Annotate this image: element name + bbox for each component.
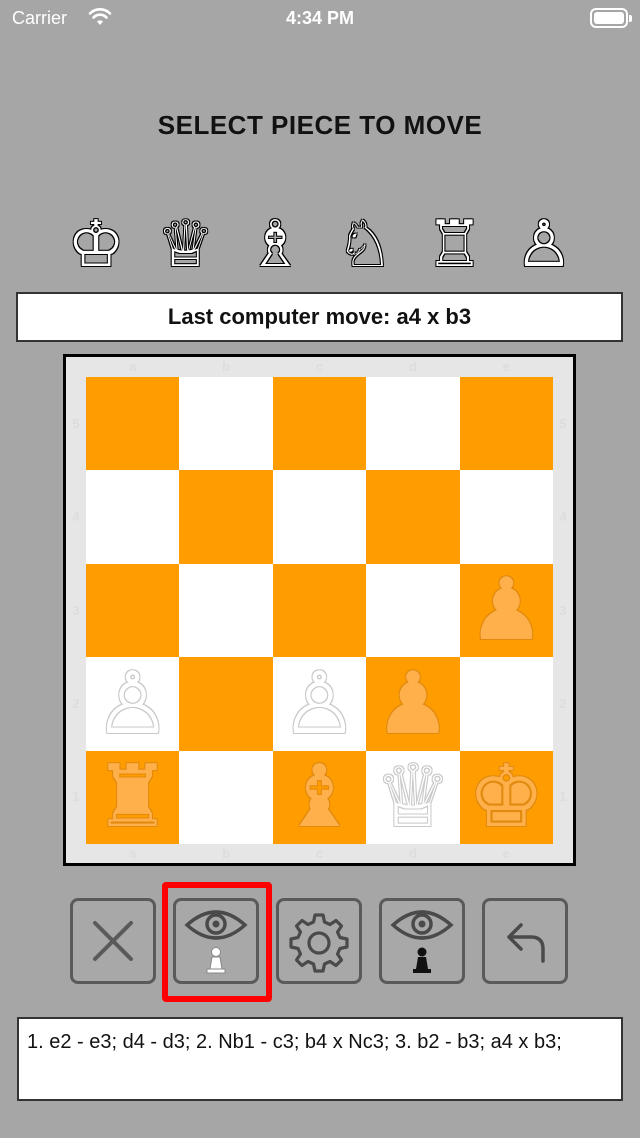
square-c5[interactable] (272, 377, 367, 471)
square-e5[interactable] (459, 377, 553, 471)
file-label-d-top: d (408, 359, 417, 374)
file-label-e-bottom: e (502, 846, 510, 861)
square-b5[interactable] (179, 377, 273, 471)
status-bar: Carrier 4:34 PM (0, 0, 640, 40)
square-e1[interactable]: ♚ (459, 750, 553, 844)
rank-label-4-right: 4 (559, 509, 567, 525)
square-d5[interactable] (366, 377, 460, 471)
square-b1[interactable] (179, 750, 273, 844)
file-label-b-bottom: b (222, 846, 231, 861)
file-label-c-bottom: c (315, 846, 324, 861)
file-label-c-top: c (315, 359, 324, 374)
square-c1[interactable]: ♝ (272, 750, 367, 844)
piece-e3[interactable]: ♟ (468, 567, 545, 653)
rank-label-1-left: 1 (72, 789, 80, 805)
piece-c2[interactable]: ♙ (281, 661, 358, 747)
file-label-a-top: a (129, 359, 137, 374)
square-a1[interactable]: ♜ (86, 750, 180, 844)
square-d4[interactable] (366, 470, 460, 564)
pick-pawn-button[interactable]: ♙ (508, 210, 580, 280)
square-a2[interactable]: ♙ (86, 657, 180, 751)
rank-label-2-right: 2 (559, 695, 567, 711)
show-player-moves-button[interactable] (173, 898, 259, 984)
undo-arrow-icon (507, 923, 545, 963)
close-button[interactable] (70, 898, 156, 984)
board-grid: ♟ ♙ ♙ ♟ ♜ ♝ ♕ ♚ (86, 377, 553, 844)
square-a5[interactable] (86, 377, 180, 471)
pick-king-button[interactable]: ♔ (60, 210, 132, 280)
file-label-a-bottom: a (129, 846, 137, 861)
square-d3[interactable] (366, 563, 460, 658)
move-history: 1. e2 - e3; d4 - d3; 2. Nb1 - c3; b4 x N… (17, 1017, 623, 1101)
square-b2[interactable] (179, 657, 273, 751)
rank-label-3-right: 3 (559, 602, 567, 618)
square-b3[interactable] (179, 563, 273, 658)
square-b4[interactable] (179, 470, 273, 564)
eye-white-pawn-icon (184, 910, 248, 974)
square-e4[interactable] (459, 470, 553, 564)
gear-icon (289, 913, 349, 973)
page-title: SELECT PIECE TO MOVE (157, 110, 483, 140)
clock: 4:34 PM (285, 8, 355, 28)
square-a3[interactable] (86, 563, 180, 658)
piece-picker: ♔ ♕ ♗ ♘ ♖ ♙ (60, 210, 580, 280)
settings-button[interactable] (276, 898, 362, 984)
pick-bishop-button[interactable]: ♗ (239, 210, 311, 280)
rank-label-4-left: 4 (72, 509, 80, 525)
piece-e1[interactable]: ♚ (468, 754, 545, 840)
rank-label-1-right: 1 (559, 789, 567, 805)
square-d2[interactable]: ♟ (366, 657, 460, 751)
show-computer-moves-button[interactable] (379, 898, 465, 984)
file-label-e-top: e (502, 359, 510, 374)
rank-label-5-left: 5 (72, 415, 80, 431)
square-c4[interactable] (272, 470, 367, 564)
square-c3[interactable] (272, 563, 367, 658)
pick-rook-button[interactable]: ♖ (418, 210, 490, 280)
chess-board: ♟ ♙ ♙ ♟ ♜ ♝ ♕ ♚ aabbccddee5544332211 (63, 354, 576, 866)
last-computer-move: Last computer move: a4 x b3 (16, 292, 623, 342)
piece-c1[interactable]: ♝ (281, 754, 358, 840)
square-e3[interactable]: ♟ (459, 563, 553, 658)
piece-d2[interactable]: ♟ (374, 661, 451, 747)
eye-black-pawn-icon (390, 910, 454, 973)
square-c2[interactable]: ♙ (272, 657, 367, 751)
toolbar (70, 898, 570, 984)
file-label-d-bottom: d (408, 846, 417, 861)
close-icon (93, 921, 133, 961)
rank-label-3-left: 3 (72, 602, 80, 618)
piece-a2[interactable]: ♙ (94, 661, 171, 747)
file-label-b-top: b (222, 359, 231, 374)
square-e2[interactable] (459, 657, 553, 751)
square-d1[interactable]: ♕ (366, 750, 460, 844)
battery-icon (590, 8, 632, 28)
piece-d1[interactable]: ♕ (374, 754, 451, 840)
rank-label-5-right: 5 (559, 415, 567, 431)
piece-a1[interactable]: ♜ (94, 754, 171, 840)
pick-queen-button[interactable]: ♕ (150, 210, 222, 280)
rank-label-2-left: 2 (72, 695, 80, 711)
square-a4[interactable] (86, 470, 180, 564)
pick-knight-button[interactable]: ♘ (329, 210, 401, 280)
undo-button[interactable] (482, 898, 568, 984)
